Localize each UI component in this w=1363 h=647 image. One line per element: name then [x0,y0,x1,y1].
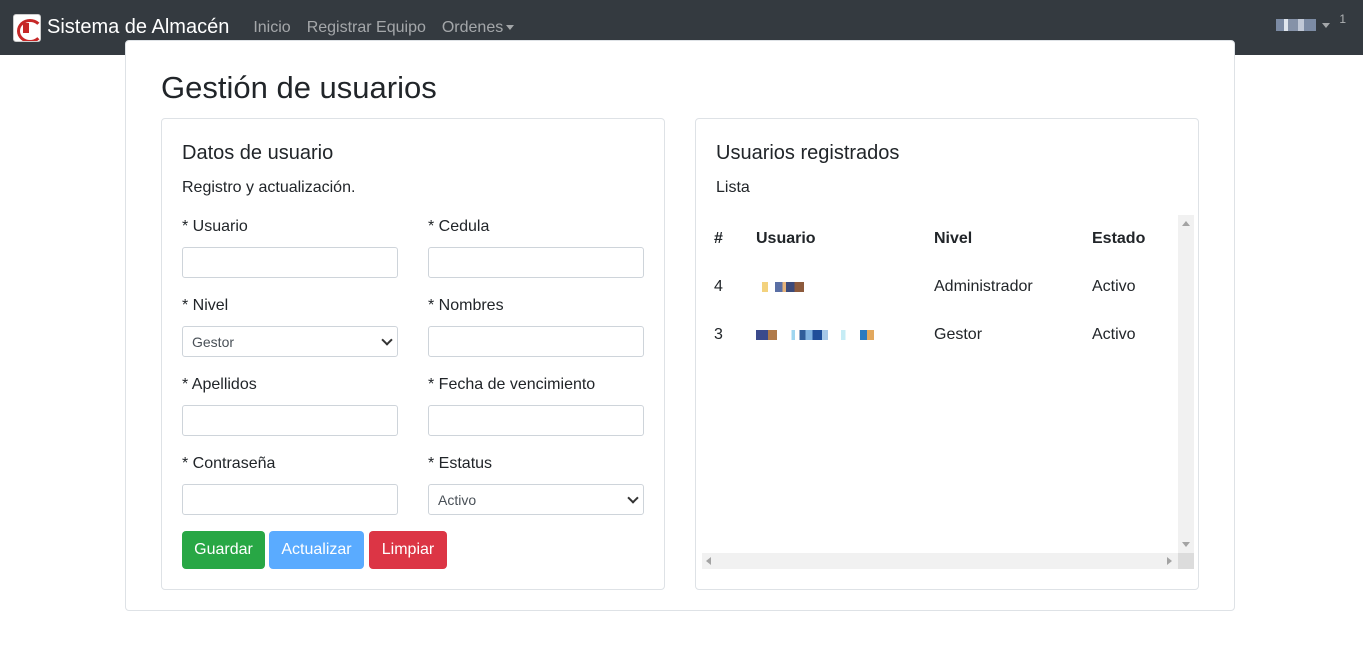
cell-id: 4 [714,278,723,295]
page-title: Gestión de usuarios [161,70,437,105]
apellidos-label: * Apellidos [182,376,257,393]
cedula-input[interactable] [428,247,644,278]
fecha-vencimiento-input[interactable] [428,405,644,436]
cell-nivel: Administrador [934,278,1033,295]
usuario-label: * Usuario [182,218,248,235]
nav-registrar-equipo[interactable]: Registrar Equipo [299,19,434,37]
user-form-card: Datos de usuario Registro y actualizació… [161,118,665,590]
nivel-group: * Nivel Gestor [182,297,398,357]
form-card-title: Datos de usuario [182,142,334,164]
header-usuario: Usuario [756,230,816,247]
contrasena-group: * Contraseña [182,455,398,515]
redacted-username [756,329,874,340]
user-avatar [1276,19,1316,31]
contrasena-input[interactable] [182,484,398,515]
users-table-scroll[interactable]: # Usuario Nivel Estado 4 Administrador A… [702,215,1194,569]
contrasena-label: * Contraseña [182,455,276,472]
list-card-title: Usuarios registrados [716,142,900,164]
fecha-group: * Fecha de vencimiento [428,376,644,436]
brand-link[interactable]: Sistema de Almacén [13,13,230,42]
cell-usuario [744,263,922,311]
brand-logo-icon [13,13,41,42]
cell-estado: Activo [1092,326,1136,343]
estatus-select[interactable]: Activo [428,484,644,515]
nivel-label: * Nivel [182,297,229,314]
scroll-left-icon[interactable] [706,557,711,565]
scroll-corner [1178,553,1194,569]
table-row[interactable]: 3 Gestor Activo [702,311,1176,359]
apellidos-group: * Apellidos [182,376,398,436]
users-list-card: Usuarios registrados Lista # Usuario Niv… [695,118,1199,590]
estatus-label: * Estatus [428,455,493,472]
form-card-subtitle: Registro y actualización. [182,179,356,196]
update-button[interactable]: Actualizar [269,531,364,569]
nav-inicio[interactable]: Inicio [245,19,298,37]
chevron-down-icon [506,24,515,30]
scroll-up-icon[interactable] [1182,221,1190,226]
nav-ordenes-dropdown[interactable]: Ordenes [434,19,522,37]
nav-ordenes-label: Ordenes [441,18,504,36]
users-table: # Usuario Nivel Estado 4 Administrador A… [702,215,1176,359]
estatus-group: * Estatus Activo [428,455,644,515]
apellidos-input[interactable] [182,405,398,436]
nombres-label: * Nombres [428,297,504,314]
table-row[interactable]: 4 Administrador Activo [702,263,1176,311]
list-card-subtitle: Lista [716,179,750,196]
nombres-group: * Nombres [428,297,644,357]
cell-id: 3 [714,326,723,343]
fecha-label: * Fecha de vencimiento [428,376,596,393]
cedula-label: * Cedula [428,218,490,235]
clear-button[interactable]: Limpiar [369,531,447,569]
redacted-username [756,281,804,292]
save-button[interactable]: Guardar [182,531,265,569]
cedula-group: * Cedula [428,218,644,278]
cell-estado: Activo [1092,278,1136,295]
header-estado: Estado [1092,230,1146,247]
vertical-scrollbar[interactable] [1178,215,1194,569]
brand-title: Sistema de Almacén [47,16,230,38]
scroll-right-icon[interactable] [1167,557,1172,565]
nivel-select[interactable]: Gestor [182,326,398,357]
header-id: # [714,230,723,247]
cell-nivel: Gestor [934,326,983,343]
chevron-down-icon [1322,22,1330,28]
user-menu-dropdown[interactable] [1276,19,1330,31]
notification-badge: 1 [1339,12,1346,26]
usuario-input[interactable] [182,247,398,278]
nombres-input[interactable] [428,326,644,357]
header-nivel: Nivel [934,230,973,247]
table-header-row: # Usuario Nivel Estado [702,215,1176,263]
scroll-down-icon[interactable] [1182,542,1190,547]
horizontal-scrollbar[interactable] [702,553,1178,569]
usuario-group: * Usuario [182,218,398,278]
main-nav: Inicio Registrar Equipo Ordenes [245,19,522,37]
cell-usuario [744,311,922,359]
